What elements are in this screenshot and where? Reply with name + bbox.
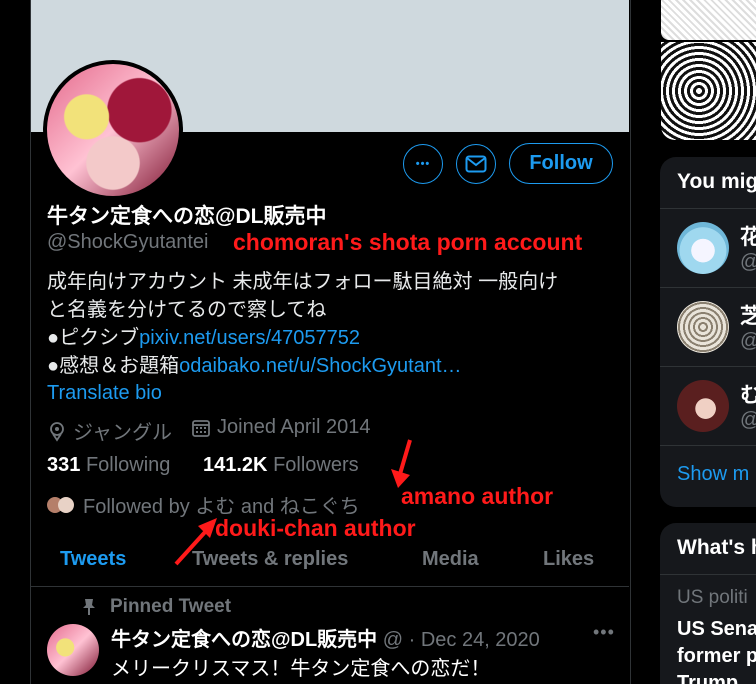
tweet-author-name[interactable]: 牛タン定食への恋@DL販売中 (111, 629, 377, 651)
mail-icon (465, 155, 487, 173)
tab-tweets[interactable]: Tweets (60, 548, 126, 571)
mutual-avatar (58, 496, 74, 513)
profile-bio: 成年向けアカウント 未成年はフォロー駄目絶対 一般向け と名義を分けてるので察し… (47, 268, 617, 380)
suggestion-row[interactable]: 芝 @ (660, 287, 756, 366)
bio-line: 成年向けアカウント 未成年はフォロー駄目絶対 一般向け (47, 271, 559, 293)
tweet-header: 牛タン定食への恋@DL販売中 @ · Dec 24, 2020 (111, 623, 540, 652)
odaibako-link[interactable]: odaibako.net/u/ShockGyutant… (179, 355, 461, 377)
trend-headline[interactable]: US Sena (677, 618, 756, 641)
tab-likes[interactable]: Likes (543, 548, 594, 571)
suggestion-avatar (677, 301, 729, 353)
suggestion-row[interactable]: む @ (660, 366, 756, 445)
following-count: 331 (47, 454, 81, 476)
bio-odaibako-prefix: ●感想＆お題箱 (47, 355, 180, 377)
profile-avatar[interactable] (43, 60, 183, 200)
bio-odaibako-line: ●感想＆お題箱odaibako.net/u/ShockGyutant… (47, 352, 617, 380)
message-button[interactable] (456, 144, 496, 184)
suggestion-row[interactable]: 花 @ (660, 208, 756, 287)
tab-tweets-replies[interactable]: Tweets & replies (192, 548, 348, 571)
whats-happening-card: What's h US politi US Sena former p Trum… (660, 523, 756, 684)
tweet-author-avatar[interactable] (47, 624, 99, 676)
more-options-button[interactable]: ••• (403, 144, 443, 184)
pixiv-link[interactable]: pixiv.net/users/47057752 (139, 327, 360, 349)
location-text: ジャングル (73, 422, 172, 444)
suggestion-name: 芝 (740, 305, 756, 328)
media-thumbnail[interactable] (661, 42, 756, 140)
trends-title: What's h (677, 536, 756, 559)
annotation-amano-note: amano author (401, 483, 554, 509)
suggestion-handle: @ (740, 330, 756, 353)
who-to-follow-card: You mig 花 @ 芝 @ む @ Show m (660, 157, 756, 507)
tweet-date[interactable]: · Dec 24, 2020 (409, 629, 540, 651)
tweet-more-icon[interactable]: ••• (593, 622, 615, 643)
suggestion-name: む (740, 384, 756, 407)
media-thumbnail[interactable] (661, 0, 756, 40)
suggestion-avatar (677, 380, 729, 432)
pinned-label: Pinned Tweet (80, 596, 231, 618)
profile-tabs: Tweets Tweets & replies Media Likes (31, 532, 629, 587)
suggestion-name: 花 (740, 226, 756, 249)
more-icon: ••• (415, 158, 431, 170)
arrow-icon (398, 439, 412, 475)
bio-line: と名義を分けてるので察してね (47, 299, 327, 321)
profile-location: ジャングル (47, 416, 172, 445)
profile-display-name: 牛タン定食への恋@DL販売中 (47, 205, 327, 228)
who-to-follow-title: You mig (677, 170, 756, 193)
following-stat[interactable]: 331 Following (47, 454, 170, 477)
show-more-link[interactable]: Show m (677, 463, 749, 486)
tweet-author-handle[interactable]: @ (383, 629, 403, 651)
suggestion-handle: @ (740, 251, 756, 274)
pin-icon (83, 599, 95, 615)
tab-media[interactable]: Media (422, 548, 479, 571)
trend-headline[interactable]: former p (677, 645, 756, 668)
translate-bio-link[interactable]: Translate bio (47, 382, 162, 405)
profile-handle: @ShockGyutantei (47, 231, 209, 253)
show-more-row[interactable]: Show m (660, 445, 756, 507)
trend-category: US politi (677, 587, 748, 608)
following-label: Following (85, 454, 171, 476)
tweet-text: メリークリスマス！牛タン定食への恋だ！ (111, 658, 491, 680)
follow-button[interactable]: Follow (509, 143, 613, 184)
suggestion-handle: @ (740, 409, 756, 432)
bio-pixiv-line: ●ピクシブpixiv.net/users/47057752 (47, 324, 617, 352)
location-icon (50, 421, 64, 442)
annotation-account-note: chomoran's shota porn account (233, 229, 583, 255)
trend-headline[interactable]: Trump (677, 672, 738, 684)
bio-pixiv-prefix: ●ピクシブ (47, 327, 140, 349)
pinned-text: Pinned Tweet (110, 596, 232, 617)
suggestion-avatar (677, 222, 729, 274)
